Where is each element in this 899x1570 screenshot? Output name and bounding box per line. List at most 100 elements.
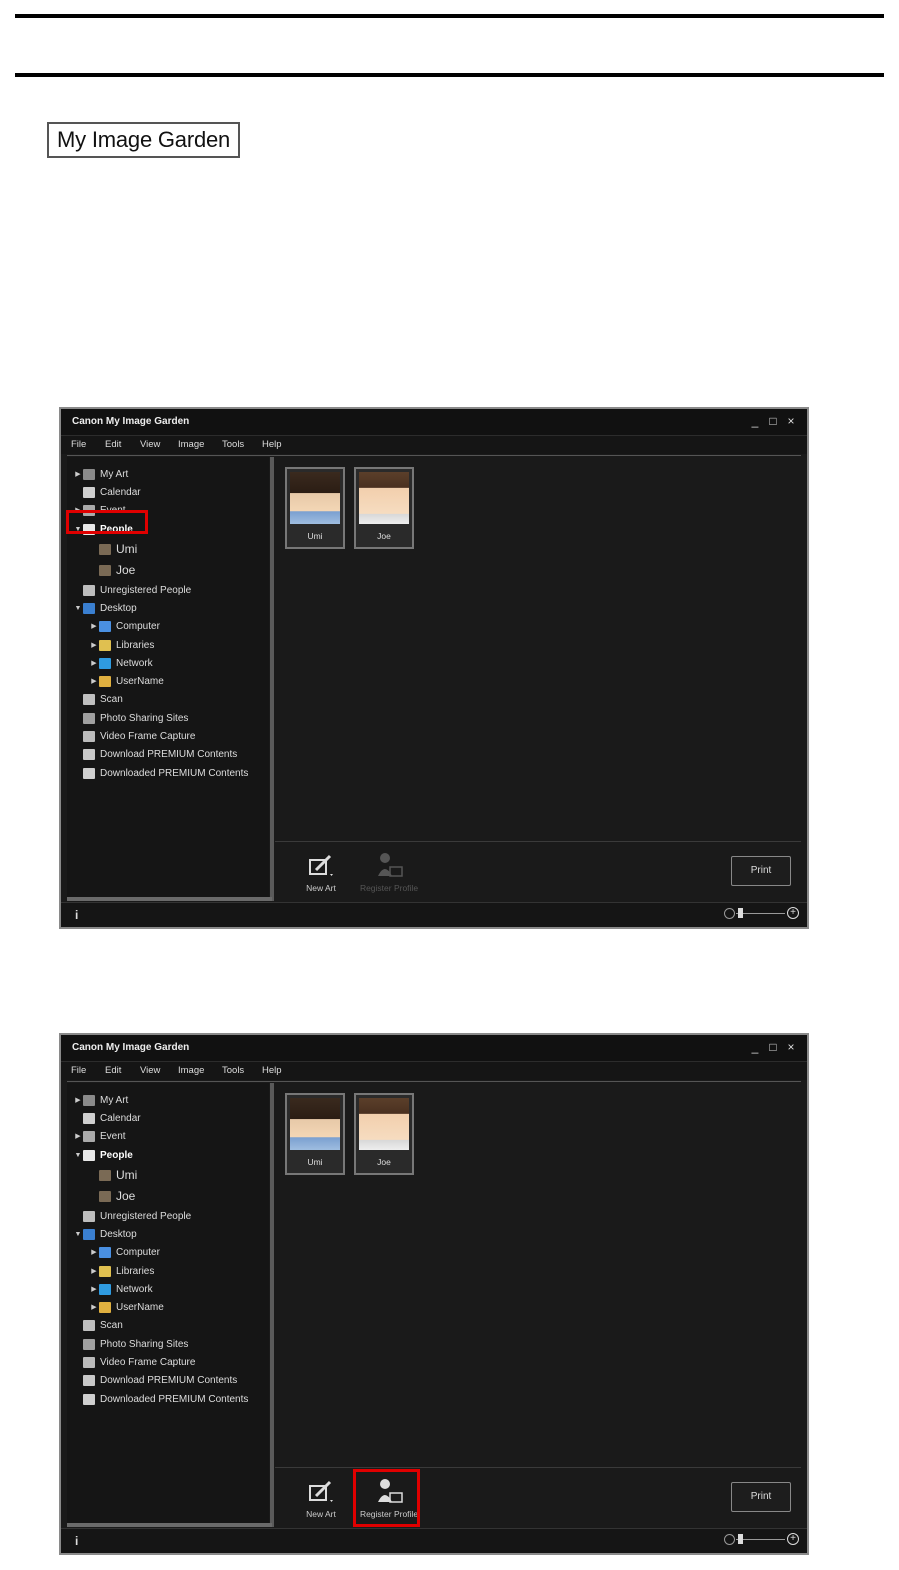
content-area: Umi Joe bbox=[275, 1083, 801, 1467]
tree-item-photo-sharing-sites[interactable]: Photo Sharing Sites bbox=[73, 710, 188, 726]
tree-item-libraries[interactable]: ▶ Libraries bbox=[89, 1263, 154, 1279]
menu-image[interactable]: Image bbox=[178, 1065, 204, 1076]
tree-item-libraries[interactable]: ▶ Libraries bbox=[89, 637, 154, 653]
sidebar-scrollbar[interactable] bbox=[67, 1523, 272, 1527]
tree-item-download-premium-contents[interactable]: Download PREMIUM Contents bbox=[73, 1372, 237, 1388]
expand-right-icon[interactable]: ▶ bbox=[89, 1285, 99, 1293]
tree-item-video-frame-capture[interactable]: Video Frame Capture bbox=[73, 1354, 195, 1370]
tree-item-unregistered-people[interactable]: Unregistered People bbox=[73, 1208, 191, 1224]
zoom-knob[interactable] bbox=[738, 908, 743, 918]
tree-item-umi[interactable]: Umi bbox=[89, 1167, 137, 1183]
zoom-track[interactable] bbox=[736, 1539, 785, 1540]
computer-icon bbox=[99, 620, 111, 632]
person-thumbnail[interactable]: Umi bbox=[285, 467, 345, 549]
folder-icon bbox=[83, 1393, 95, 1405]
print-button[interactable]: Print bbox=[731, 1482, 791, 1512]
zoom-slider[interactable]: + bbox=[724, 907, 799, 921]
person-thumbnail[interactable]: Joe bbox=[354, 467, 414, 549]
tree-item-calendar[interactable]: Calendar bbox=[73, 1110, 141, 1126]
tree-item-scan[interactable]: Scan bbox=[73, 691, 123, 707]
expand-down-icon[interactable]: ▼ bbox=[73, 605, 83, 612]
tree-item-joe[interactable]: Joe bbox=[89, 1188, 135, 1204]
tree-item-unregistered-people[interactable]: Unregistered People bbox=[73, 582, 191, 598]
zoom-out-icon[interactable] bbox=[724, 1534, 735, 1545]
tree-item-username[interactable]: ▶ UserName bbox=[89, 673, 164, 689]
tree-item-label: UserName bbox=[116, 1301, 164, 1313]
tree-item-label: Umi bbox=[116, 542, 138, 556]
tree-item-umi[interactable]: Umi bbox=[89, 541, 137, 557]
tree-item-my-art[interactable]: ▶ My Art bbox=[73, 466, 128, 482]
download-icon bbox=[83, 1374, 95, 1386]
menu-edit[interactable]: Edit bbox=[105, 1065, 121, 1076]
window-controls: _ □ × bbox=[749, 1041, 797, 1053]
menu-help[interactable]: Help bbox=[262, 1065, 282, 1076]
zoom-knob[interactable] bbox=[738, 1534, 743, 1544]
tree-item-my-art[interactable]: ▶ My Art bbox=[73, 1092, 128, 1108]
menu-view[interactable]: View bbox=[140, 439, 160, 450]
expand-right-icon[interactable]: ▶ bbox=[73, 470, 83, 478]
tree-item-calendar[interactable]: Calendar bbox=[73, 484, 141, 500]
sidebar-scrollbar[interactable] bbox=[67, 897, 272, 901]
tree-item-video-frame-capture[interactable]: Video Frame Capture bbox=[73, 728, 195, 744]
expand-right-icon[interactable]: ▶ bbox=[73, 1096, 83, 1104]
expand-right-icon[interactable]: ▶ bbox=[89, 659, 99, 667]
print-button[interactable]: Print bbox=[731, 856, 791, 886]
menu-edit[interactable]: Edit bbox=[105, 439, 121, 450]
calendar-icon bbox=[83, 1112, 95, 1124]
new-art-button[interactable]: New Art bbox=[291, 852, 351, 900]
register-profile-button[interactable]: Register Profile bbox=[359, 852, 419, 900]
expand-right-icon[interactable]: ▶ bbox=[73, 1132, 83, 1140]
menu-help[interactable]: Help bbox=[262, 439, 282, 450]
expand-right-icon[interactable]: ▶ bbox=[89, 677, 99, 685]
maximize-icon[interactable]: □ bbox=[767, 415, 779, 427]
minimize-icon[interactable]: _ bbox=[749, 415, 761, 427]
close-icon[interactable]: × bbox=[785, 1041, 797, 1053]
tree-item-desktop[interactable]: ▼ Desktop bbox=[73, 1226, 137, 1242]
expand-right-icon[interactable]: ▶ bbox=[89, 1303, 99, 1311]
menu-tools[interactable]: Tools bbox=[222, 439, 244, 450]
sidebar-splitter[interactable] bbox=[270, 457, 274, 901]
tree-item-photo-sharing-sites[interactable]: Photo Sharing Sites bbox=[73, 1336, 188, 1352]
zoom-out-icon[interactable] bbox=[724, 908, 735, 919]
sidebar-splitter[interactable] bbox=[270, 1083, 274, 1527]
menu-file[interactable]: File bbox=[71, 439, 86, 450]
tree-item-computer[interactable]: ▶ Computer bbox=[89, 618, 160, 634]
zoom-slider[interactable]: + bbox=[724, 1533, 799, 1547]
person-thumbnail[interactable]: Joe bbox=[354, 1093, 414, 1175]
expand-down-icon[interactable]: ▼ bbox=[73, 1231, 83, 1238]
tree-item-username[interactable]: ▶ UserName bbox=[89, 1299, 164, 1315]
zoom-track[interactable] bbox=[736, 913, 785, 914]
tree-item-downloaded-premium-contents[interactable]: Downloaded PREMIUM Contents bbox=[73, 765, 248, 781]
expand-right-icon[interactable]: ▶ bbox=[89, 1248, 99, 1256]
expand-right-icon[interactable]: ▶ bbox=[89, 622, 99, 630]
minimize-icon[interactable]: _ bbox=[749, 1041, 761, 1053]
info-icon[interactable]: i bbox=[75, 908, 78, 922]
tree-item-joe[interactable]: Joe bbox=[89, 562, 135, 578]
expand-right-icon[interactable]: ▶ bbox=[89, 641, 99, 649]
zoom-in-icon[interactable]: + bbox=[787, 1533, 799, 1545]
menu-view[interactable]: View bbox=[140, 1065, 160, 1076]
photo-thumb-icon bbox=[99, 1190, 111, 1202]
tree-item-downloaded-premium-contents[interactable]: Downloaded PREMIUM Contents bbox=[73, 1391, 248, 1407]
tree-item-label: Video Frame Capture bbox=[100, 730, 196, 742]
info-icon[interactable]: i bbox=[75, 1534, 78, 1548]
expand-down-icon[interactable]: ▼ bbox=[73, 1152, 83, 1159]
tree-item-people[interactable]: ▼ People bbox=[73, 1147, 133, 1163]
close-icon[interactable]: × bbox=[785, 415, 797, 427]
maximize-icon[interactable]: □ bbox=[767, 1041, 779, 1053]
tree-item-computer[interactable]: ▶ Computer bbox=[89, 1244, 160, 1260]
menu-tools[interactable]: Tools bbox=[222, 1065, 244, 1076]
menu-file[interactable]: File bbox=[71, 1065, 86, 1076]
tree-item-network[interactable]: ▶ Network bbox=[89, 655, 153, 671]
tree-item-network[interactable]: ▶ Network bbox=[89, 1281, 153, 1297]
tree-item-event[interactable]: ▶ Event bbox=[73, 1128, 126, 1144]
person-thumbnail[interactable]: Umi bbox=[285, 1093, 345, 1175]
tree-item-download-premium-contents[interactable]: Download PREMIUM Contents bbox=[73, 746, 237, 762]
expand-right-icon[interactable]: ▶ bbox=[89, 1267, 99, 1275]
thumbnail-caption: Joe bbox=[377, 1157, 391, 1167]
tree-item-desktop[interactable]: ▼ Desktop bbox=[73, 600, 137, 616]
zoom-in-icon[interactable]: + bbox=[787, 907, 799, 919]
new-art-button[interactable]: New Art bbox=[291, 1478, 351, 1526]
tree-item-scan[interactable]: Scan bbox=[73, 1317, 123, 1333]
menu-image[interactable]: Image bbox=[178, 439, 204, 450]
